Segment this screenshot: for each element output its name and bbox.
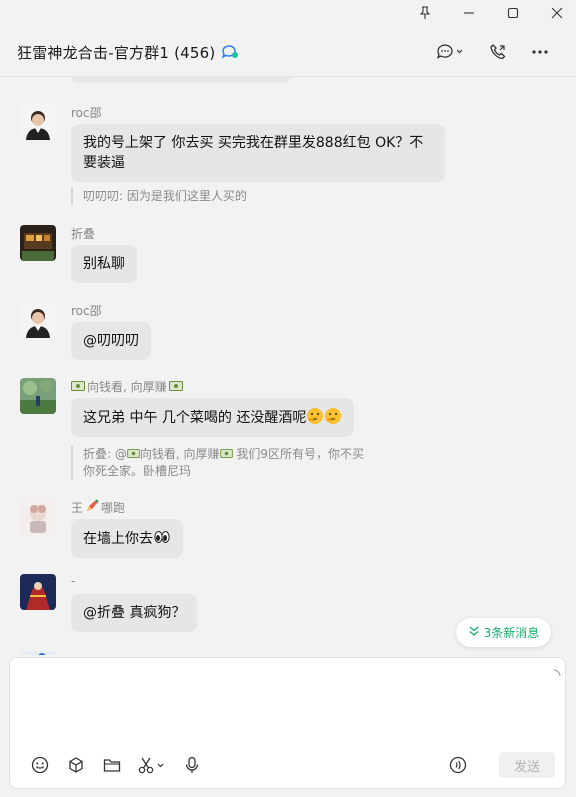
money-icon (127, 447, 140, 461)
emoji-icon[interactable] (22, 752, 58, 778)
sender-name: 折叠 (71, 227, 96, 241)
avatar[interactable] (20, 378, 56, 414)
message-bubble[interactable]: 别私聊 (71, 245, 137, 283)
list-item: 叨叨 (20, 651, 220, 655)
sender-name: 向钱看, 向厚赚 (71, 378, 183, 395)
money-icon (168, 380, 183, 394)
avatar[interactable] (20, 574, 56, 610)
message-bubble[interactable]: @叨叨叨 (71, 322, 151, 360)
message-bubble[interactable]: 我的号上架了 你去买 买完我在群里发888红包 OK？不要装逼 (71, 124, 445, 182)
message-list[interactable]: roc邵 我的号上架了 你去买 买完我在群里发888红包 OK？不要装逼 叨叨叨… (0, 77, 576, 655)
chat-title[interactable]: 狂雷神龙合击-官方群1 (456) (17, 42, 215, 63)
chat-header: 狂雷神龙合击-官方群1 (456) (0, 28, 576, 76)
message-text: 在墙上你去 (83, 531, 153, 547)
quoted-message[interactable]: 折叠: @ 向钱看, 向厚赚 我们9区所有号，你不买你死全家。卧槽尼玛 (71, 446, 371, 480)
screenshot-scissors-icon[interactable] (130, 752, 174, 778)
send-button[interactable]: 发送 (499, 752, 555, 778)
thinking-face-icon (306, 408, 324, 426)
quote-text: 折叠: @ (83, 447, 127, 461)
message-bubble (71, 77, 291, 83)
money-icon (71, 380, 85, 394)
voice-message-icon[interactable] (445, 752, 471, 778)
sender-name: 叨叨 (71, 653, 95, 655)
sender-name: roc邵 (71, 304, 102, 318)
sender-name-text: 哪跑 (101, 501, 126, 515)
sender-name-text: 王 (71, 501, 84, 515)
list-item: roc邵 @叨叨叨 (20, 302, 220, 362)
sender-name-text: 向钱看, 向厚赚 (87, 380, 167, 394)
message-composer[interactable]: 发送 (9, 657, 566, 789)
sender-name: - (71, 574, 76, 588)
pin-icon[interactable] (403, 0, 447, 26)
microphone-icon[interactable] (174, 752, 210, 778)
chat-window: 狂雷神龙合击-官方群1 (456) roc邵 我的号上架了 你去买 买完我在群里… (0, 0, 576, 797)
avatar[interactable] (20, 302, 56, 338)
avatar[interactable] (20, 499, 56, 535)
list-item: - @折叠 真疯狗？ (20, 574, 220, 634)
folder-icon[interactable] (94, 752, 130, 778)
list-item: 王 哪跑 在墙上你去 (20, 499, 220, 559)
call-icon[interactable] (478, 43, 518, 61)
thinking-face-icon (324, 408, 342, 426)
composer-toolbar (22, 752, 210, 778)
more-icon[interactable] (522, 49, 558, 55)
avatar[interactable] (20, 225, 56, 261)
list-item: 折叠 别私聊 (20, 225, 220, 285)
header-actions (432, 42, 558, 62)
new-messages-label: 3条新消息 (483, 626, 540, 640)
minimize-icon[interactable] (447, 0, 491, 26)
message-bubble[interactable]: 这兄弟 中午 几个菜喝的 还没醒酒呢 (71, 398, 355, 437)
new-messages-button[interactable]: 3条新消息 (456, 618, 551, 647)
pencil-icon (85, 499, 99, 516)
quoted-message[interactable]: 叨叨叨: 因为是我们这里人买的 (71, 188, 247, 205)
quote-text: 你死全家。卧槽尼玛 (83, 464, 192, 478)
close-icon[interactable] (535, 0, 576, 26)
sender-name: 王 哪跑 (71, 499, 125, 516)
resize-handle-icon[interactable] (553, 662, 561, 681)
double-chevron-down-icon (468, 625, 480, 640)
money-icon (219, 447, 233, 461)
message-text: 这兄弟 中午 几个菜喝的 还没醒酒呢 (83, 410, 307, 426)
chat-history-icon[interactable] (432, 42, 468, 62)
quote-text: 向钱看, 向厚赚 (139, 447, 220, 461)
avatar[interactable] (20, 651, 56, 655)
sender-name: roc邵 (71, 106, 102, 120)
maximize-icon[interactable] (491, 0, 535, 26)
group-badge-icon[interactable] (221, 44, 239, 60)
eyes-icon (153, 531, 171, 547)
list-item: roc邵 我的号上架了 你去买 买完我在群里发888红包 OK？不要装逼 叨叨叨… (20, 104, 460, 209)
list-item: 向钱看, 向厚赚 这兄弟 中午 几个菜喝的 还没醒酒呢 折叠: @ 向钱看, 向厚… (20, 378, 380, 483)
title-bar (0, 0, 576, 28)
message-bubble[interactable]: 在墙上你去 (71, 519, 183, 558)
package-icon[interactable] (58, 752, 94, 778)
quote-text: 我们9区所有号，你不买 (232, 447, 364, 461)
avatar[interactable] (20, 104, 56, 140)
message-bubble[interactable]: @折叠 真疯狗？ (71, 594, 198, 632)
